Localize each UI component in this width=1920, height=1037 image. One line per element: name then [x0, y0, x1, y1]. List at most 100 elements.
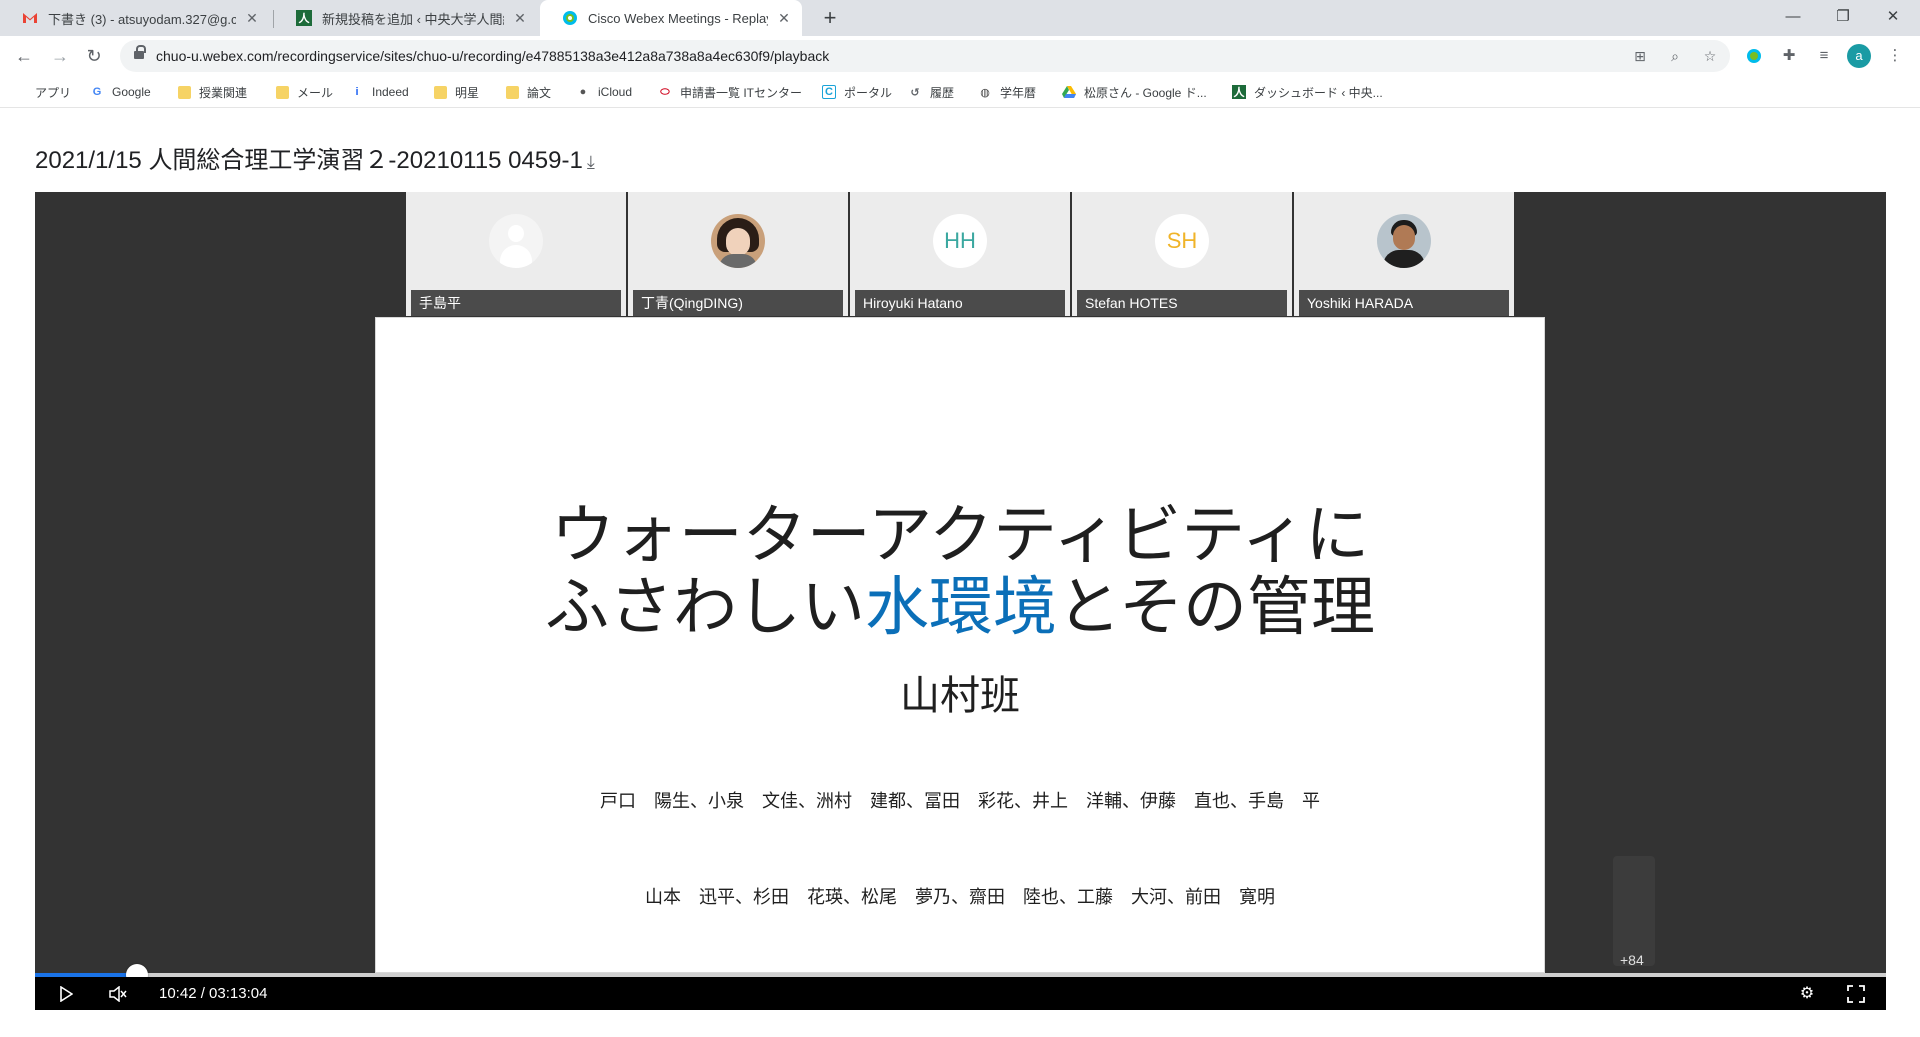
participant-name: 丁青(QingDING): [633, 290, 843, 316]
slide-title-line2: ふさわしい水環境とその管理: [376, 572, 1544, 644]
translate-icon[interactable]: ⊞: [1628, 44, 1652, 68]
default-avatar-icon: [489, 214, 543, 268]
bookmark-label: 論文: [527, 85, 552, 100]
itcenter-icon: ⬭: [660, 85, 670, 98]
fullscreen-icon[interactable]: [1843, 981, 1869, 1007]
portal-icon: C: [822, 85, 836, 99]
slide-members-line1: 戸口 陽生、小泉 文佳、洲村 建都、冨田 彩花、井上 洋輔、伊藤 直也、手島 平: [600, 791, 1320, 812]
restore-icon[interactable]: ❐: [1820, 0, 1866, 36]
download-icon[interactable]: ⤓: [587, 152, 595, 172]
bookmark-google-docs[interactable]: 松原さん - Google ド...: [1062, 82, 1207, 102]
tab-title: Cisco Webex Meetings - Replay R: [588, 10, 768, 26]
participant-name: Hiroyuki Hatano: [855, 290, 1065, 316]
recording-title-text: 2021/1/15 人間総合理工学演習２-20210115 0459-1: [35, 147, 583, 174]
tab-title: 新規投稿を追加 ‹ 中央大学人間総: [322, 11, 504, 27]
tab-new-post[interactable]: 人 新規投稿を追加 ‹ 中央大学人間総 ✕: [274, 0, 538, 36]
reload-icon[interactable]: ↻: [80, 42, 108, 70]
more-participants-panel[interactable]: [1613, 856, 1655, 966]
participant-name: 手島平: [411, 290, 621, 316]
participant-photo: [711, 214, 765, 268]
slide-members: 戸口 陽生、小泉 文佳、洲村 建都、冨田 彩花、井上 洋輔、伊藤 直也、手島 平…: [376, 722, 1544, 978]
bookmark-apps[interactable]: アプリ: [14, 82, 71, 102]
close-icon[interactable]: ✕: [512, 10, 528, 27]
bookmark-it-center[interactable]: ⬭ 申請書一覧 ITセンター: [658, 82, 802, 102]
initials-avatar: HH: [933, 214, 987, 268]
slide-title: ウォーターアクティビティに ふさわしい水環境とその管理: [376, 500, 1544, 644]
new-tab-button[interactable]: +: [815, 3, 845, 33]
participant-tile[interactable]: Yoshiki HARADA: [1294, 192, 1514, 316]
bookmark-dashboard[interactable]: 人 ダッシュボード ‹ 中央...: [1232, 82, 1383, 102]
extensions-puzzle-icon[interactable]: ✚: [1777, 44, 1801, 68]
bookmark-label: iCloud: [598, 85, 633, 99]
drive-icon: [1062, 85, 1076, 99]
webex-icon: [562, 10, 578, 26]
bookmark-label: ポータル: [844, 85, 893, 100]
bookmark-icloud[interactable]: ● iCloud: [576, 82, 632, 102]
profile-avatar[interactable]: a: [1847, 44, 1871, 68]
playback-time: 10:42 / 03:13:04: [159, 985, 268, 1002]
participant-tile[interactable]: SH Stefan HOTES: [1072, 192, 1292, 316]
extension-webex-icon[interactable]: [1742, 44, 1766, 68]
bookmark-indeed[interactable]: i Indeed: [350, 82, 408, 102]
bookmark-label: 明星: [455, 85, 480, 100]
bookmark-folder-classes[interactable]: 授業関連: [178, 82, 247, 102]
close-icon[interactable]: ✕: [244, 10, 260, 27]
settings-gear-icon[interactable]: ⚙: [1794, 981, 1820, 1007]
bookmark-history[interactable]: ↺ 履歴: [908, 82, 954, 102]
bookmark-folder-meisei[interactable]: 明星: [434, 82, 479, 102]
bookmark-label: 申請書一覧 ITセンター: [680, 85, 802, 100]
folder-icon: [276, 85, 289, 99]
bookmark-label: Google: [112, 85, 151, 99]
url-text[interactable]: chuo-u.webex.com/recordingservice/sites/…: [156, 40, 829, 72]
address-bar[interactable]: chuo-u.webex.com/recordingservice/sites/…: [120, 40, 1730, 72]
play-icon[interactable]: [53, 981, 79, 1007]
bookmark-label: ダッシュボード ‹ 中央...: [1254, 85, 1383, 100]
tab-strip: 下書き (3) - atsuyodam.327@g.chu ✕ 人 新規投稿を追…: [0, 0, 1920, 36]
folder-icon: [178, 85, 191, 99]
bookmark-folder-mail[interactable]: メール: [276, 82, 333, 102]
participant-tile[interactable]: HH Hiroyuki Hatano: [850, 192, 1070, 316]
browser-toolbar: ← → ↻ chuo-u.webex.com/recordingservice/…: [0, 36, 1920, 76]
folder-icon: [434, 85, 447, 99]
bookmark-label: 履歴: [930, 85, 955, 100]
bookmark-portal[interactable]: C ポータル: [822, 82, 892, 102]
gmail-icon: [22, 10, 38, 26]
slide-title-line1: ウォーターアクティビティに: [550, 499, 1370, 573]
minimize-icon[interactable]: —: [1770, 0, 1816, 36]
tab-title: 下書き (3) - atsuyodam.327@g.chu: [48, 11, 236, 27]
forward-icon[interactable]: →: [46, 42, 74, 70]
tab-gmail[interactable]: 下書き (3) - atsuyodam.327@g.chu ✕: [0, 0, 270, 36]
volume-muted-icon[interactable]: [105, 981, 131, 1007]
bookmark-google[interactable]: G Google: [90, 82, 151, 102]
bookmark-label: メール: [297, 85, 334, 100]
bookmark-folder-papers[interactable]: 論文: [506, 82, 551, 102]
bookmark-calendar[interactable]: ◍ 学年暦: [978, 82, 1036, 102]
window-close-icon[interactable]: ✕: [1870, 0, 1916, 36]
bookmark-label: アプリ: [35, 85, 72, 100]
zoom-icon[interactable]: ⌕: [1663, 44, 1687, 68]
recording-title: 2021/1/15 人間総合理工学演習２-20210115 0459-1 ⤓: [35, 140, 595, 175]
back-icon[interactable]: ←: [10, 42, 38, 70]
slide-title-text: ふさわしい: [544, 571, 865, 645]
initials-avatar: SH: [1155, 214, 1209, 268]
close-icon[interactable]: ✕: [776, 10, 792, 27]
site-icon: 人: [296, 10, 312, 26]
participant-strip: 手島平 丁青(QingDING) HH Hiroyuki Hatano SH S…: [406, 192, 1514, 316]
more-participants-count[interactable]: +84: [1620, 952, 1644, 968]
participant-tile[interactable]: 丁青(QingDING): [628, 192, 848, 316]
participant-name: Yoshiki HARADA: [1299, 290, 1509, 316]
indeed-icon: i: [355, 86, 359, 98]
video-player[interactable]: 手島平 丁青(QingDING) HH Hiroyuki Hatano SH S…: [35, 192, 1886, 1010]
player-controls: 10:42 / 03:13:04 ⚙: [35, 977, 1886, 1010]
site-icon: 人: [1232, 85, 1246, 99]
participant-tile[interactable]: 手島平: [406, 192, 626, 316]
shared-slide: ウォーターアクティビティに ふさわしい水環境とその管理 山村班 戸口 陽生、小泉…: [375, 317, 1545, 973]
media-control-icon[interactable]: ≡: [1812, 44, 1836, 68]
menu-kebab-icon[interactable]: ⋮: [1883, 44, 1907, 68]
star-icon[interactable]: ☆: [1698, 44, 1722, 68]
globe-icon: ◍: [980, 86, 990, 99]
apple-icon: ●: [579, 86, 587, 98]
tab-webex-replay[interactable]: Cisco Webex Meetings - Replay R ✕: [540, 0, 802, 36]
lock-icon: [134, 45, 146, 61]
google-icon: G: [92, 86, 102, 98]
